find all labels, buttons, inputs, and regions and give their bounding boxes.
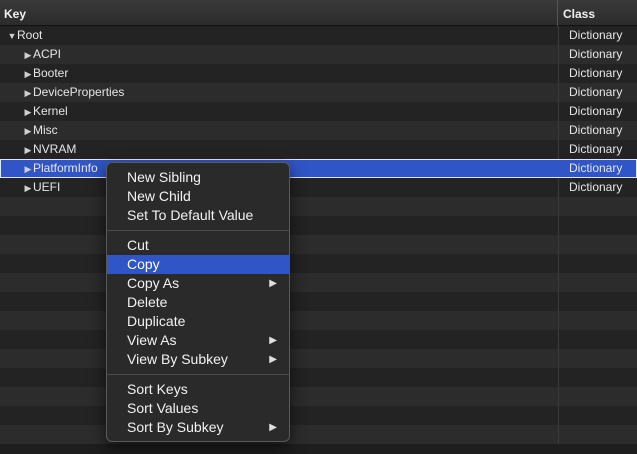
row-key: ACPI	[33, 47, 62, 61]
row-class: Dictionary	[569, 123, 623, 137]
collapsed-triangle-icon[interactable]: ▶	[23, 179, 33, 198]
context-menu: New Sibling New Child Set To Default Val…	[106, 162, 290, 442]
menu-separator	[107, 230, 289, 231]
row-class: Dictionary	[569, 180, 623, 194]
submenu-arrow-icon: ▶	[269, 335, 277, 346]
row-key: PlatformInfo	[33, 161, 98, 175]
menu-item-set-to-default-value[interactable]: Set To Default Value	[107, 206, 289, 225]
collapsed-triangle-icon[interactable]: ▶	[23, 103, 33, 122]
menu-item-copy[interactable]: Copy	[107, 255, 289, 274]
submenu-arrow-icon: ▶	[269, 422, 277, 433]
expanded-triangle-icon[interactable]: ▼	[7, 27, 17, 46]
empty-row	[0, 349, 637, 368]
table-row[interactable]: ▶ Misc Dictionary	[0, 121, 637, 140]
empty-row	[0, 254, 637, 273]
row-class: Dictionary	[569, 161, 623, 175]
table-row-selected[interactable]: ▶ PlatformInfo Dictionary	[0, 159, 637, 178]
table-row[interactable]: ▶ Booter Dictionary	[0, 64, 637, 83]
empty-row	[0, 406, 637, 425]
empty-row	[0, 216, 637, 235]
table-row[interactable]: ▶ ACPI Dictionary	[0, 45, 637, 64]
menu-item-duplicate[interactable]: Duplicate	[107, 312, 289, 331]
column-header-class[interactable]: Class	[559, 0, 637, 26]
empty-row	[0, 197, 637, 216]
collapsed-triangle-icon[interactable]: ▶	[23, 46, 33, 65]
menu-item-delete[interactable]: Delete	[107, 293, 289, 312]
empty-row	[0, 387, 637, 406]
row-key: Root	[17, 28, 43, 42]
menu-item-sort-keys[interactable]: Sort Keys	[107, 380, 289, 399]
collapsed-triangle-icon[interactable]: ▶	[23, 122, 33, 141]
empty-row	[0, 292, 637, 311]
outline-view: ▼Root Dictionary ▶ ACPI Dictionary ▶ Boote…	[0, 26, 637, 444]
menu-item-sort-by-subkey[interactable]: Sort By Subkey ▶	[107, 418, 289, 437]
table-row[interactable]: ▶ DeviceProperties Dictionary	[0, 83, 637, 102]
row-class: Dictionary	[569, 142, 623, 156]
row-class: Dictionary	[569, 85, 623, 99]
table-row[interactable]: ▼Root Dictionary	[0, 26, 637, 45]
submenu-arrow-icon: ▶	[269, 354, 277, 365]
menu-item-view-by-subkey[interactable]: View By Subkey ▶	[107, 350, 289, 369]
table-row[interactable]: ▶ Kernel Dictionary	[0, 102, 637, 121]
row-class: Dictionary	[569, 47, 623, 61]
row-key: Kernel	[33, 104, 68, 118]
submenu-arrow-icon: ▶	[269, 278, 277, 289]
empty-row	[0, 330, 637, 349]
table-row[interactable]: ▶ NVRAM Dictionary	[0, 140, 637, 159]
row-class: Dictionary	[569, 66, 623, 80]
row-key: Misc	[33, 123, 58, 137]
menu-item-cut[interactable]: Cut	[107, 236, 289, 255]
menu-item-view-as[interactable]: View As ▶	[107, 331, 289, 350]
menu-separator	[107, 374, 289, 375]
collapsed-triangle-icon[interactable]: ▶	[23, 160, 33, 179]
row-class: Dictionary	[569, 28, 623, 42]
menu-item-sort-values[interactable]: Sort Values	[107, 399, 289, 418]
collapsed-triangle-icon[interactable]: ▶	[23, 65, 33, 84]
empty-row	[0, 368, 637, 387]
menu-item-new-sibling[interactable]: New Sibling	[107, 168, 289, 187]
row-class: Dictionary	[569, 104, 623, 118]
row-key: NVRAM	[33, 142, 77, 156]
column-header: Key Class	[0, 0, 637, 26]
empty-row	[0, 235, 637, 254]
collapsed-triangle-icon[interactable]: ▶	[23, 84, 33, 103]
row-key: UEFI	[33, 180, 61, 194]
table-row[interactable]: ▶ UEFI Dictionary	[0, 178, 637, 197]
menu-item-new-child[interactable]: New Child	[107, 187, 289, 206]
menu-item-copy-as[interactable]: Copy As ▶	[107, 274, 289, 293]
collapsed-triangle-icon[interactable]: ▶	[23, 141, 33, 160]
row-key: DeviceProperties	[33, 85, 125, 99]
row-key: Booter	[33, 66, 69, 80]
empty-row	[0, 311, 637, 330]
empty-row	[0, 425, 637, 444]
empty-row	[0, 273, 637, 292]
column-header-key[interactable]: Key	[0, 0, 558, 26]
